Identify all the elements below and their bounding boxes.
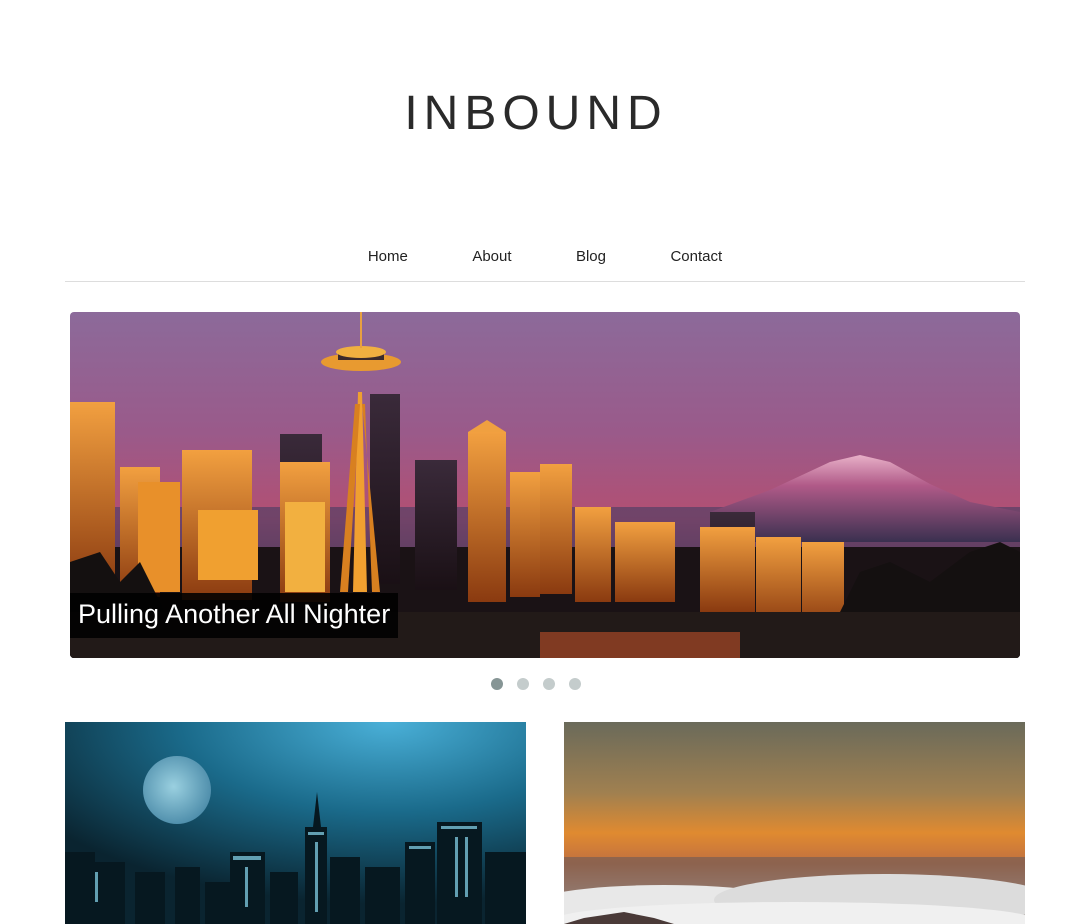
post-card-night-city[interactable] — [65, 722, 526, 924]
slider-dot-4[interactable] — [569, 678, 581, 690]
sunset-clouds-image — [564, 722, 1025, 924]
site-title[interactable]: INBOUND — [0, 86, 1072, 141]
post-card-sunset-clouds[interactable] — [564, 722, 1025, 924]
slider-dot-1[interactable] — [491, 678, 503, 690]
nav-item-blog[interactable]: Blog — [576, 248, 606, 265]
night-city-moon-image — [65, 722, 526, 924]
main-nav: Home About Blog Contact — [65, 248, 1025, 282]
nav-item-about[interactable]: About — [472, 248, 511, 265]
nav-item-contact[interactable]: Contact — [670, 248, 722, 265]
slide-caption[interactable]: Pulling Another All Nighter — [70, 593, 399, 638]
featured-slider[interactable]: Pulling Another All Nighter — [70, 312, 1020, 658]
slider-dot-3[interactable] — [543, 678, 555, 690]
slider-dot-2[interactable] — [517, 678, 529, 690]
nav-item-home[interactable]: Home — [368, 248, 408, 265]
slider-pagination — [0, 678, 1072, 690]
